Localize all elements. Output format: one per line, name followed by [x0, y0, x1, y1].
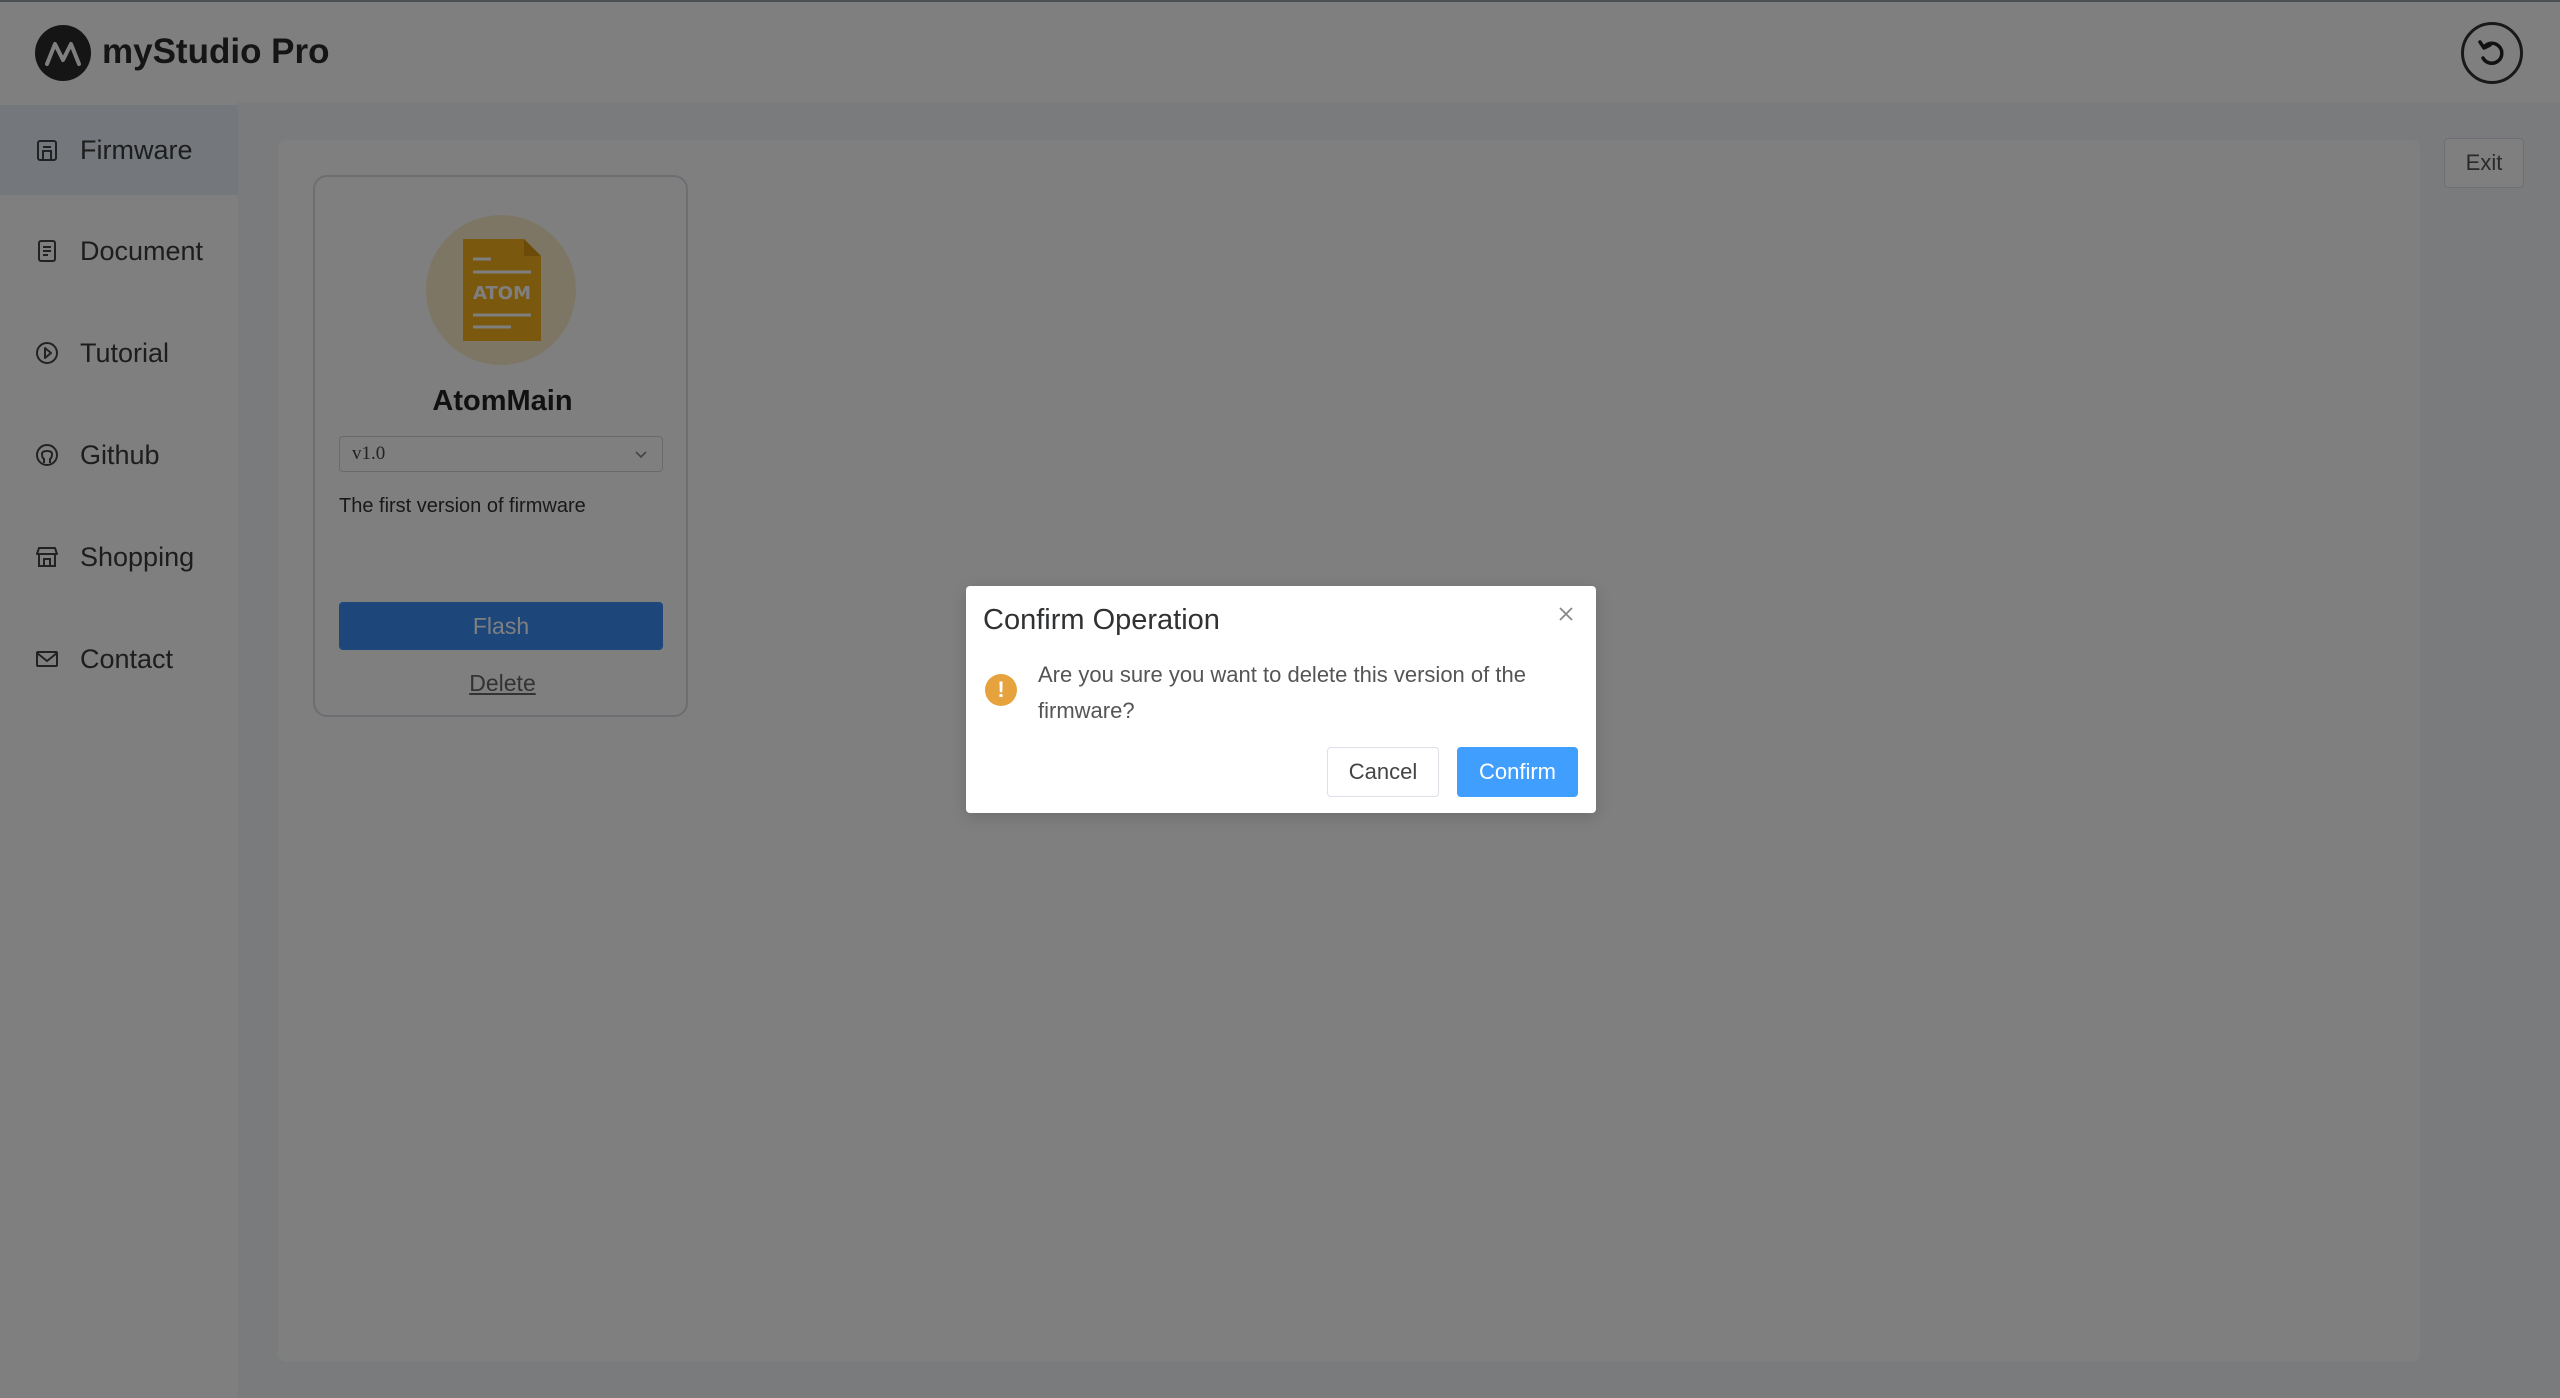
app-window: myStudio Pro Firmware Document Tutor: [0, 0, 2560, 1398]
dialog-title: Confirm Operation: [983, 604, 1220, 636]
warning-icon: !: [985, 674, 1017, 706]
cancel-button[interactable]: Cancel: [1327, 747, 1439, 797]
close-icon[interactable]: [1552, 600, 1580, 628]
confirm-button[interactable]: Confirm: [1457, 747, 1578, 797]
dialog-message: Are you sure you want to delete this ver…: [1038, 662, 1526, 723]
confirm-dialog: Confirm Operation ! Are you sure you wan…: [966, 586, 1596, 813]
